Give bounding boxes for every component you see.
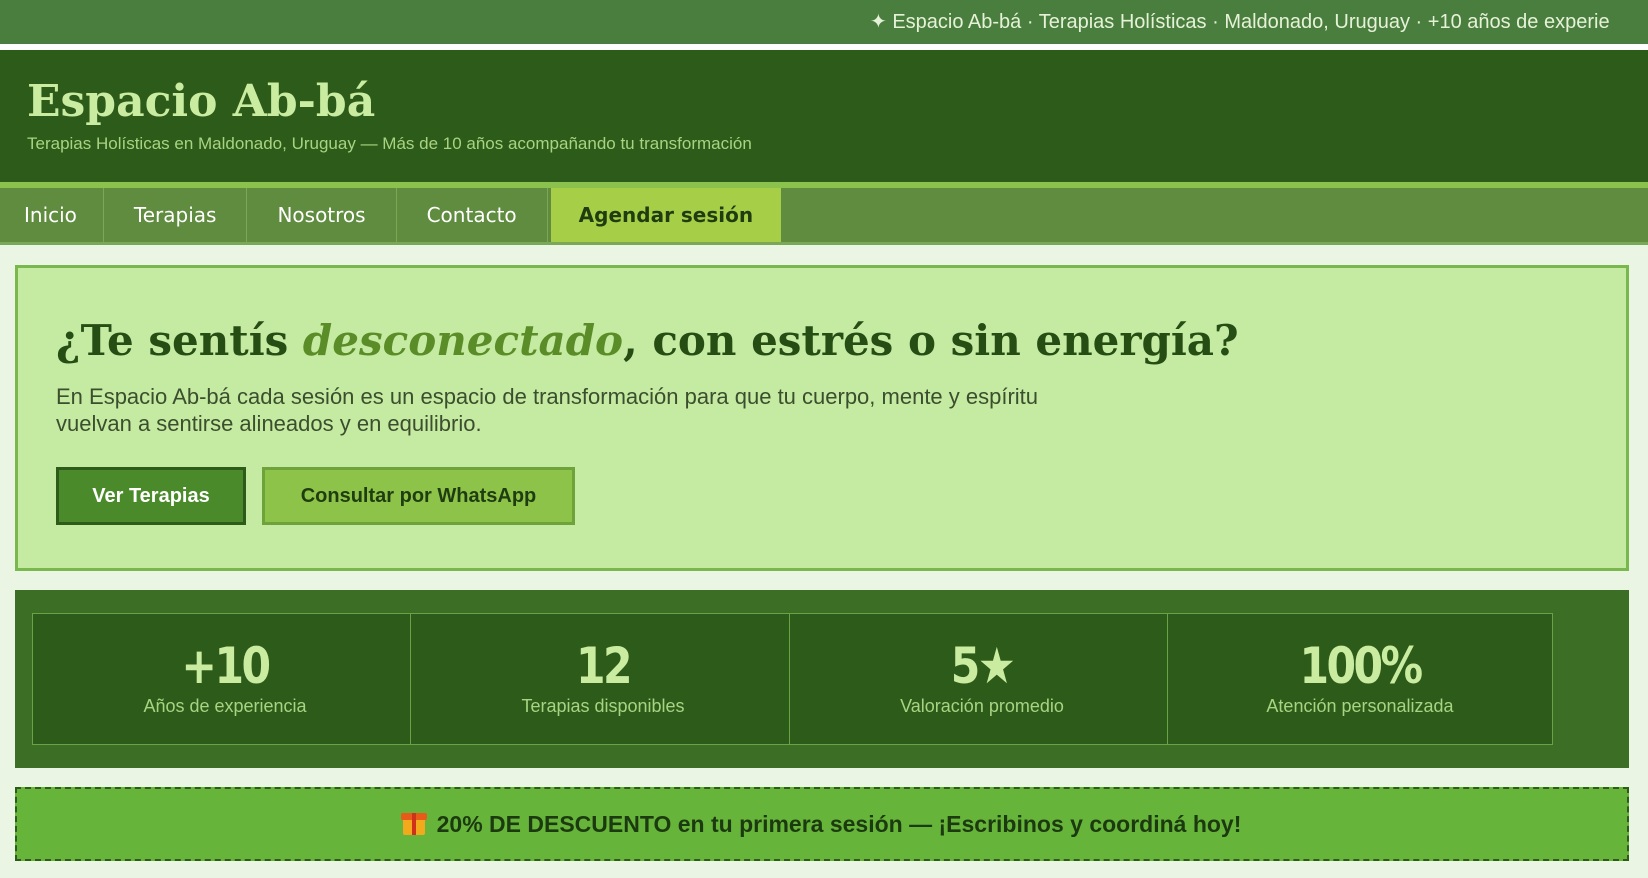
hero-title-end: , con estrés o sin energía? (623, 316, 1239, 365)
stat-card-experience: +10 Años de experiencia (32, 613, 418, 745)
hero-title-emphasis: desconectado (302, 316, 624, 365)
promo-text: 20% DE DESCUENTO en tu primera sesión — … (436, 811, 1242, 837)
nav-item-contacto[interactable]: Contacto (397, 188, 548, 242)
gift-icon (400, 813, 427, 835)
ticker-text: ✦ Espacio Ab-bá · Terapias Holísticas · … (870, 11, 1610, 33)
hero-title: ¿Te sentís desconectado, con estrés o si… (56, 315, 1239, 367)
stat-card-rating: 5★ Valoración promedio (789, 613, 1175, 745)
site-header: Espacio Ab-bá Terapias Holísticas en Mal… (0, 50, 1648, 182)
ver-terapias-button[interactable]: Ver Terapias (56, 467, 246, 525)
nav-item-nosotros[interactable]: Nosotros (247, 188, 397, 242)
stat-label: Valoración promedio (900, 696, 1064, 716)
stat-value: +10 (181, 637, 271, 695)
main-nav: Inicio Terapias Nosotros Contacto Agenda… (0, 188, 1648, 245)
stat-value: 5★ (950, 637, 1016, 695)
stats-section: +10 Años de experiencia 12 Terapias disp… (15, 590, 1629, 768)
site-tagline: Terapias Holísticas en Maldonado, Urugua… (27, 134, 752, 153)
hero-description: En Espacio Ab-bá cada sesión es un espac… (56, 384, 1039, 436)
stat-card-personalized: 100% Atención personalizada (1167, 613, 1553, 745)
stat-value: 12 (575, 637, 633, 695)
site-title[interactable]: Espacio Ab-bá (27, 76, 375, 128)
hero-title-start: ¿Te sentís (56, 316, 303, 365)
stat-card-therapies: 12 Terapias disponibles (410, 613, 796, 745)
stat-value: 100% (1299, 637, 1423, 695)
nav-item-inicio[interactable]: Inicio (0, 188, 104, 242)
stat-label: Terapias disponibles (521, 696, 685, 716)
promo-banner: 20% DE DESCUENTO en tu primera sesión — … (15, 787, 1629, 861)
stat-label: Años de experiencia (143, 696, 307, 716)
stat-label: Atención personalizada (1266, 696, 1454, 716)
nav-item-terapias[interactable]: Terapias (104, 188, 248, 242)
nav-item-agendar-sesion[interactable]: Agendar sesión (550, 188, 782, 242)
whatsapp-button[interactable]: Consultar por WhatsApp (262, 467, 575, 525)
ticker-bar: ✦ Espacio Ab-bá · Terapias Holísticas · … (0, 0, 1648, 44)
hero-section: ¿Te sentís desconectado, con estrés o si… (15, 265, 1629, 571)
